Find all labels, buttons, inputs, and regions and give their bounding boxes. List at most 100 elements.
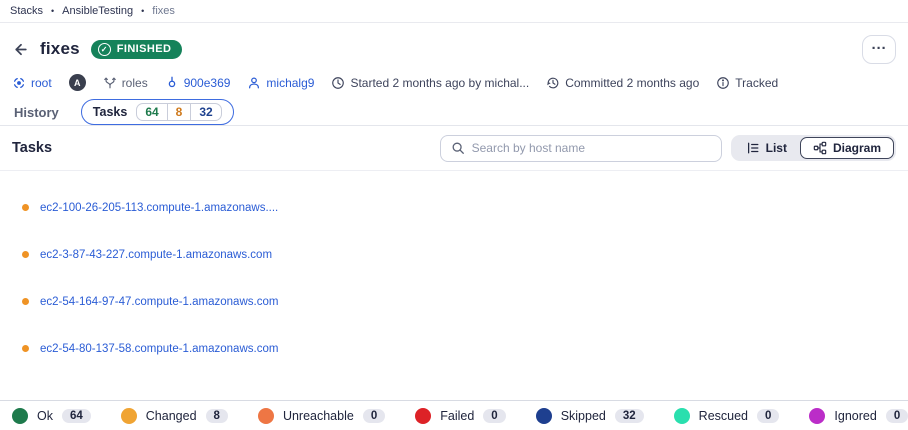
info-icon xyxy=(716,76,730,90)
host-status-dot xyxy=(22,298,29,305)
tracked-label: Tracked xyxy=(735,76,778,90)
count-changed: 8 xyxy=(168,104,192,120)
section-title: Tasks xyxy=(12,140,440,156)
legend-count: 0 xyxy=(886,409,908,423)
status-badge-label: FINISHED xyxy=(117,43,172,55)
tab-tasks-label: Tasks xyxy=(93,105,128,119)
host-row: ec2-100-26-205-113.compute-1.amazonaws..… xyxy=(22,198,908,217)
clock-icon xyxy=(331,76,345,90)
title-row: fixes ✓ FINISHED ··· xyxy=(0,23,908,63)
search-icon xyxy=(451,141,465,155)
view-list-label: List xyxy=(766,141,787,155)
legend-item-unreachable: Unreachable 0 xyxy=(258,408,385,424)
playbook-item: roles xyxy=(103,76,148,90)
search-input[interactable] xyxy=(472,141,711,155)
host-list: ec2-100-26-205-113.compute-1.amazonaws..… xyxy=(0,171,908,400)
ignored-dot xyxy=(809,408,825,424)
legend-label: Skipped xyxy=(561,409,606,423)
legend-label: Rescued xyxy=(699,409,748,423)
search-box[interactable] xyxy=(440,135,722,162)
legend-count: 0 xyxy=(757,409,779,423)
count-skipped: 32 xyxy=(191,104,220,120)
commit-icon xyxy=(165,76,179,90)
user-label: michalg9 xyxy=(266,76,314,90)
commit-hash: 900e369 xyxy=(184,76,231,90)
view-diagram-label: Diagram xyxy=(833,141,881,155)
legend-label: Ignored xyxy=(834,409,876,423)
legend-item-changed: Changed 8 xyxy=(121,408,228,424)
more-options-button[interactable]: ··· xyxy=(862,35,896,64)
unreachable-dot xyxy=(258,408,274,424)
task-counts: 64 8 32 xyxy=(136,103,221,121)
legend-count: 8 xyxy=(206,409,228,423)
meta-row: root A roles 900e369 michalg9 xyxy=(0,63,908,93)
legend-label: Ok xyxy=(37,409,53,423)
ansible-avatar: A xyxy=(69,74,86,91)
legend-count: 0 xyxy=(483,409,505,423)
environment-item[interactable]: root xyxy=(12,76,52,90)
legend-item-rescued: Rescued 0 xyxy=(674,408,780,424)
started-item: Started 2 months ago by michal... xyxy=(331,76,529,90)
status-badge: ✓ FINISHED xyxy=(91,40,183,59)
legend-item-failed: Failed 0 xyxy=(415,408,505,424)
count-ok: 64 xyxy=(137,104,167,120)
tracked-item: Tracked xyxy=(716,76,778,90)
committed-item: Committed 2 months ago xyxy=(546,76,699,90)
committed-label: Committed 2 months ago xyxy=(565,76,699,90)
skipped-dot xyxy=(536,408,552,424)
failed-dot xyxy=(415,408,431,424)
list-icon xyxy=(746,141,760,155)
tasks-section-header: Tasks List Diagram xyxy=(0,126,908,171)
legend-count: 32 xyxy=(615,409,644,423)
host-row: ec2-54-80-137-58.compute-1.amazonaws.com xyxy=(22,339,908,358)
changed-dot xyxy=(121,408,137,424)
check-icon: ✓ xyxy=(98,43,111,56)
rescued-dot xyxy=(674,408,690,424)
environment-label: root xyxy=(31,76,52,90)
commit-item[interactable]: 900e369 xyxy=(165,76,231,90)
target-icon xyxy=(12,76,26,90)
host-status-dot xyxy=(22,204,29,211)
ok-dot xyxy=(12,408,28,424)
breadcrumb: Stacks • AnsibleTesting • fixes xyxy=(0,0,908,23)
breadcrumb-separator: • xyxy=(141,6,144,16)
page-title: fixes xyxy=(40,39,80,59)
breadcrumb-stacks[interactable]: Stacks xyxy=(10,5,43,17)
host-status-dot xyxy=(22,345,29,352)
view-diagram-button[interactable]: Diagram xyxy=(800,137,894,159)
legend-count: 64 xyxy=(62,409,91,423)
host-row: ec2-3-87-43-227.compute-1.amazonaws.com xyxy=(22,245,908,264)
view-list-button[interactable]: List xyxy=(733,137,800,159)
legend-count: 0 xyxy=(363,409,385,423)
back-icon[interactable] xyxy=(12,41,29,58)
host-row: ec2-54-164-97-47.compute-1.amazonaws.com xyxy=(22,292,908,311)
breadcrumb-separator: • xyxy=(51,6,54,16)
diagram-icon xyxy=(813,141,827,155)
view-toggle: List Diagram xyxy=(731,135,896,161)
tab-history[interactable]: History xyxy=(14,105,59,120)
legend-item-ignored: Ignored 0 xyxy=(809,408,908,424)
legend-item-ok: Ok 64 xyxy=(12,408,91,424)
breadcrumb-current: fixes xyxy=(152,5,175,17)
history-clock-icon xyxy=(546,76,560,90)
user-icon xyxy=(247,76,261,90)
tabs: History Tasks 64 8 32 xyxy=(0,93,908,125)
started-label: Started 2 months ago by michal... xyxy=(350,76,529,90)
branch-icon xyxy=(103,76,117,90)
status-legend: Ok 64 Changed 8 Unreachable 0 Failed 0 S… xyxy=(0,400,908,430)
playbook-label: roles xyxy=(122,76,148,90)
legend-label: Unreachable xyxy=(283,409,354,423)
legend-label: Failed xyxy=(440,409,474,423)
breadcrumb-stack-name[interactable]: AnsibleTesting xyxy=(62,5,133,17)
legend-item-skipped: Skipped 32 xyxy=(536,408,644,424)
legend-label: Changed xyxy=(146,409,197,423)
host-status-dot xyxy=(22,251,29,258)
tab-tasks[interactable]: Tasks 64 8 32 xyxy=(81,99,234,125)
user-item[interactable]: michalg9 xyxy=(247,76,314,90)
host-link[interactable]: ec2-54-80-137-58.compute-1.amazonaws.com xyxy=(40,343,278,355)
task-detail-page: Stacks • AnsibleTesting • fixes fixes ✓ … xyxy=(0,0,908,430)
host-link[interactable]: ec2-100-26-205-113.compute-1.amazonaws..… xyxy=(40,202,278,214)
host-link[interactable]: ec2-3-87-43-227.compute-1.amazonaws.com xyxy=(40,249,272,261)
host-link[interactable]: ec2-54-164-97-47.compute-1.amazonaws.com xyxy=(40,296,278,308)
header: fixes ✓ FINISHED ··· root A roles xyxy=(0,23,908,126)
